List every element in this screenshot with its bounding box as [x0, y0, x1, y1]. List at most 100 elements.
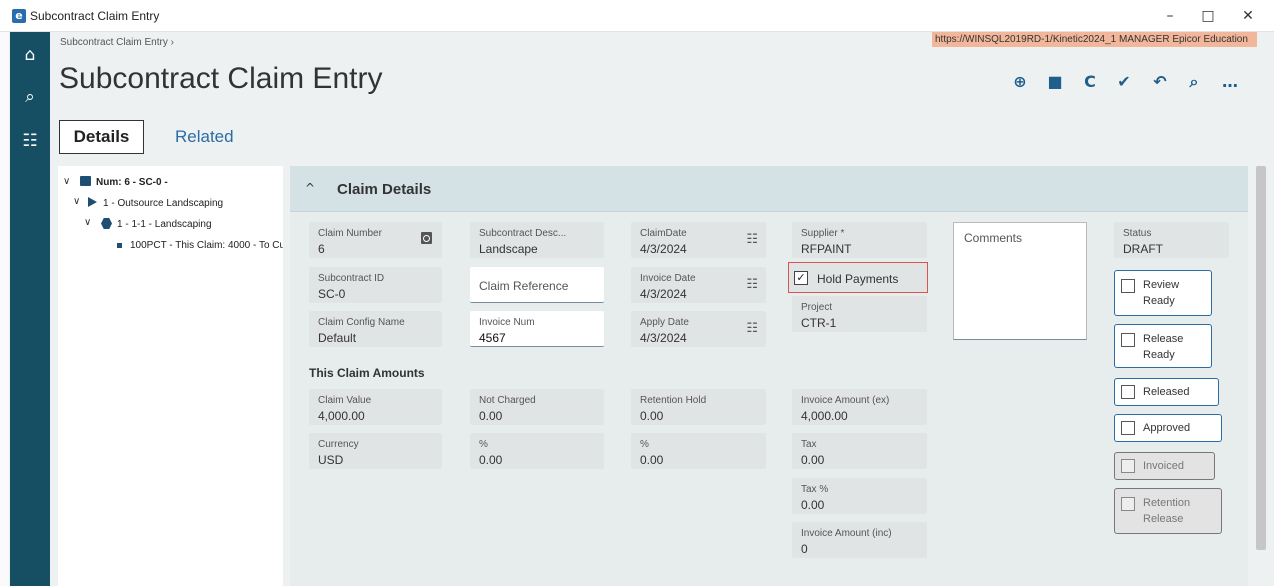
- field-value: 4/3/2024: [640, 287, 687, 301]
- tree-expand-icon[interactable]: ∨: [73, 196, 80, 207]
- field-label: Not Charged: [479, 395, 536, 406]
- collapse-chevron-icon[interactable]: ^: [305, 181, 315, 195]
- comments-textarea[interactable]: Comments: [953, 222, 1087, 340]
- field-label: Claim Number: [318, 228, 382, 239]
- close-button[interactable]: ✕: [1230, 4, 1266, 28]
- field-label: Subcontract Desc...: [479, 228, 567, 239]
- review-ready-toggle[interactable]: Review Ready: [1114, 270, 1212, 316]
- panel-title: Claim Details: [337, 181, 432, 198]
- apply-date-field[interactable]: Apply Date 4/3/2024 ☷: [631, 311, 766, 347]
- checkbox-checked-icon[interactable]: ✓: [794, 271, 808, 285]
- checkbox-icon[interactable]: [1121, 279, 1135, 293]
- detail-bullet-icon: [117, 243, 122, 248]
- field-label: Tax: [801, 439, 817, 450]
- search-icon[interactable]: ⌕: [10, 82, 50, 112]
- field-value: 6: [318, 242, 325, 256]
- field-value: 4/3/2024: [640, 331, 687, 345]
- tree-expand-icon[interactable]: ∨: [84, 217, 91, 228]
- tab-details[interactable]: Details: [59, 120, 144, 154]
- tab-related[interactable]: Related: [175, 127, 234, 147]
- field-label: Status: [1123, 228, 1152, 239]
- clear-icon[interactable]: ✔: [1112, 70, 1136, 94]
- app-logo-icon: e: [12, 9, 26, 23]
- invoice-amount-ex-field: Invoice Amount (ex) 4,000.00: [792, 389, 927, 425]
- claim-config-field[interactable]: Claim Config Name Default: [309, 311, 442, 347]
- project-field[interactable]: Project CTR-1: [792, 296, 927, 332]
- calendar-icon[interactable]: ☷: [746, 232, 758, 247]
- tree-node-root[interactable]: Num: 6 - SC-0 -: [96, 177, 168, 188]
- field-value: 0.00: [479, 409, 503, 423]
- field-label: Claim Value: [318, 395, 372, 406]
- checkbox-icon[interactable]: [1121, 333, 1135, 347]
- field-value: RFPAINT: [801, 242, 852, 256]
- refresh-icon[interactable]: C: [1078, 70, 1102, 94]
- field-value: 4,000.00: [318, 409, 365, 423]
- calendar-icon[interactable]: ☷: [746, 321, 758, 336]
- toggle-label: Retention Release: [1143, 497, 1191, 525]
- input-placeholder: Claim Reference: [479, 279, 569, 293]
- more-options-icon[interactable]: …: [1218, 70, 1242, 94]
- field-label: Claim Config Name: [318, 317, 405, 328]
- field-label: Currency: [318, 439, 359, 450]
- panel-header[interactable]: [290, 166, 1248, 212]
- vertical-scrollbar[interactable]: [1256, 166, 1266, 550]
- claim-date-field[interactable]: ClaimDate 4/3/2024 ☷: [631, 222, 766, 258]
- field-value: 0.00: [640, 409, 664, 423]
- claim-reference-input[interactable]: Claim Reference: [470, 267, 604, 303]
- toggle-label: Review Ready: [1143, 279, 1180, 307]
- minimize-button[interactable]: –: [1152, 4, 1188, 28]
- maximize-button[interactable]: □: [1190, 4, 1226, 28]
- navigation-rail: ⌂ ⌕ ☷: [10, 32, 50, 586]
- invoice-amount-inc-field: Invoice Amount (inc) 0: [792, 522, 927, 558]
- claim-number-field[interactable]: Claim Number 6: [309, 222, 442, 258]
- save-icon[interactable]: ■: [1043, 70, 1067, 94]
- released-toggle[interactable]: Released: [1114, 378, 1219, 406]
- field-label: Retention Hold: [640, 395, 707, 406]
- home-icon[interactable]: ⌂: [10, 40, 50, 70]
- toggle-label: Released: [1143, 386, 1190, 398]
- add-new-icon[interactable]: ⊕: [1008, 70, 1032, 94]
- release-ready-toggle[interactable]: Release Ready: [1114, 324, 1212, 368]
- invoice-num-input[interactable]: Invoice Num 4567: [470, 311, 604, 347]
- environment-banner: https://WINSQL2019RD-1/Kinetic2024_1 MAN…: [932, 32, 1257, 47]
- field-label: %: [640, 439, 649, 450]
- invoice-date-field[interactable]: Invoice Date 4/3/2024 ☷: [631, 267, 766, 303]
- tree-expand-icon[interactable]: ∨: [63, 176, 70, 187]
- apps-grid-icon[interactable]: ☷: [10, 126, 50, 156]
- field-value: USD: [318, 453, 344, 467]
- lookup-icon[interactable]: [421, 232, 432, 244]
- field-value: 0.00: [801, 498, 825, 512]
- toggle-label: Invoiced: [1143, 460, 1184, 472]
- tax-percent-field: Tax % 0.00: [792, 478, 927, 514]
- field-value: Landscape: [479, 242, 538, 256]
- approved-toggle[interactable]: Approved: [1114, 414, 1222, 442]
- search-toolbar-icon[interactable]: ⌕: [1182, 70, 1206, 94]
- status-field: Status DRAFT: [1114, 222, 1229, 258]
- field-value: CTR-1: [801, 316, 837, 330]
- field-value: Default: [318, 331, 357, 345]
- tax-field: Tax 0.00: [792, 433, 927, 469]
- calendar-icon[interactable]: ☷: [746, 277, 758, 292]
- line-item-icon: [88, 197, 97, 207]
- hold-payments-checkbox[interactable]: ✓ Hold Payments: [788, 262, 928, 293]
- tree-node-detail[interactable]: 100PCT - This Claim: 4000 - To Cun: [130, 240, 283, 251]
- breadcrumb[interactable]: Subcontract Claim Entry ›: [60, 37, 174, 48]
- supplier-field[interactable]: Supplier * RFPAINT: [792, 222, 927, 258]
- undo-icon[interactable]: ↶: [1148, 70, 1172, 94]
- field-value: 0: [801, 542, 808, 556]
- claim-value-field[interactable]: Claim Value 4,000.00: [309, 389, 442, 425]
- field-label: Tax %: [801, 484, 829, 495]
- subcontract-desc-field: Subcontract Desc... Landscape: [470, 222, 604, 258]
- checkbox-icon[interactable]: [1121, 385, 1135, 399]
- checkbox-icon[interactable]: [1121, 421, 1135, 435]
- field-label: Invoice Date: [640, 273, 696, 284]
- field-value: 0.00: [801, 453, 825, 467]
- tree-node-schedule[interactable]: 1 - 1-1 - Landscaping: [117, 219, 212, 230]
- field-label: Comments: [964, 231, 1023, 245]
- tree-node-line[interactable]: 1 - Outsource Landscaping: [103, 198, 223, 209]
- field-label: Project: [801, 302, 833, 313]
- field-value: 0.00: [479, 453, 503, 467]
- field-label: ClaimDate: [640, 228, 687, 239]
- field-label: %: [479, 439, 488, 450]
- retention-release-toggle: Retention Release: [1114, 488, 1222, 534]
